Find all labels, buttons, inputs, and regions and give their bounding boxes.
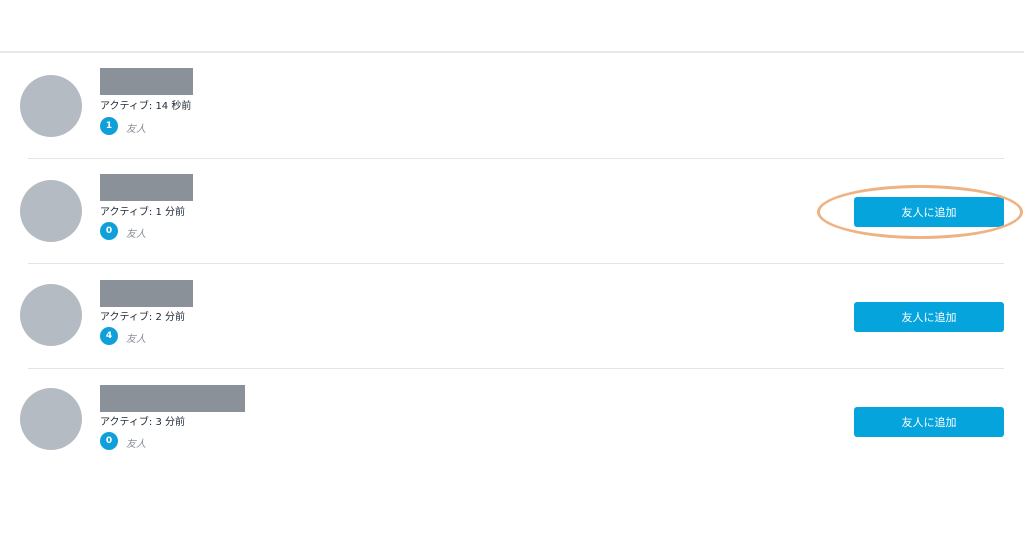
user-row: アクティブ: 2 分前 4 友人 友人に追加	[0, 264, 1024, 369]
friend-label: 友人	[126, 124, 146, 135]
redacted-username[interactable]	[100, 280, 193, 307]
friend-count-badge: 1	[100, 117, 118, 135]
avatar[interactable]	[20, 284, 82, 346]
add-friend-button[interactable]: 友人に追加	[854, 407, 1004, 437]
activity-status: アクティブ: 1 分前	[100, 207, 185, 218]
friend-label: 友人	[126, 439, 146, 450]
avatar[interactable]	[20, 180, 82, 242]
user-row: アクティブ: 3 分前 0 友人 友人に追加	[0, 369, 1024, 474]
friend-count-badge: 4	[100, 327, 118, 345]
avatar[interactable]	[20, 75, 82, 137]
friend-label: 友人	[126, 334, 146, 345]
redacted-username[interactable]	[100, 385, 245, 412]
user-row: アクティブ: 14 秒前 1 友人	[0, 53, 1024, 158]
add-friend-button[interactable]: 友人に追加	[854, 302, 1004, 332]
redacted-username[interactable]	[100, 68, 193, 95]
add-friend-button[interactable]: 友人に追加	[854, 197, 1004, 227]
activity-status: アクティブ: 14 秒前	[100, 101, 192, 112]
friend-label: 友人	[126, 229, 146, 240]
activity-status: アクティブ: 2 分前	[100, 312, 185, 323]
redacted-username[interactable]	[100, 174, 193, 201]
friend-count-badge: 0	[100, 222, 118, 240]
activity-status: アクティブ: 3 分前	[100, 417, 185, 428]
user-row: アクティブ: 1 分前 0 友人 友人に追加	[0, 159, 1024, 264]
friend-count-badge: 0	[100, 432, 118, 450]
avatar[interactable]	[20, 388, 82, 450]
